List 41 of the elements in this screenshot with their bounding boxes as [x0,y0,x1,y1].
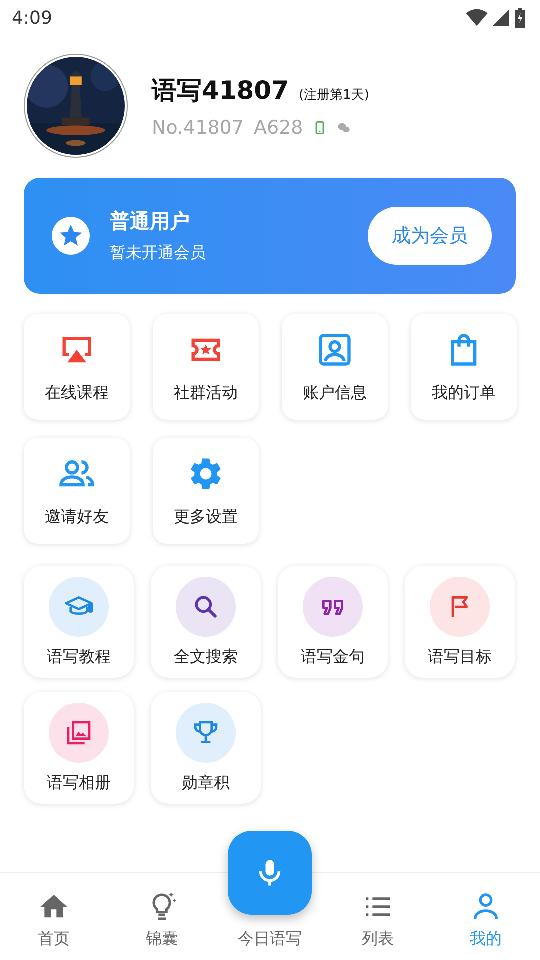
shortcut-label: 在线课程 [45,382,109,404]
registration-days: (注册第1天) [298,86,370,104]
shortcut-label: 邀请好友 [45,506,109,528]
battery-icon [514,8,526,28]
tool-tile[interactable]: 语写目标 [405,566,515,678]
become-member-button[interactable]: 成为会员 [368,207,492,265]
user-code: A628 [254,116,304,138]
signal-icon [492,9,510,27]
tool-label: 全文搜索 [174,646,238,668]
tool-tile[interactable]: 语写金句 [278,566,388,678]
user-number: No.41807 [152,116,244,138]
shortcut-tile[interactable]: 我的订单 [411,314,517,420]
shortcut-tile[interactable]: 更多设置 [153,438,259,544]
nav-tab[interactable]: 列表 [324,891,432,950]
shortcut-label: 我的订单 [432,382,496,404]
tool-tile[interactable]: 语写教程 [24,566,134,678]
membership-status: 暂未开通会员 [110,243,207,264]
tool-label: 语写金句 [301,646,365,668]
star-badge-icon [52,217,90,255]
wifi-icon [466,9,488,27]
tool-label: 语写教程 [47,646,111,668]
nav-tab[interactable]: 锦囊 [108,891,216,950]
tool-tile[interactable]: 语写相册 [24,692,134,804]
user-name: 语写41807 [152,74,289,106]
shortcut-label: 账户信息 [303,382,367,404]
tool-tile[interactable]: 全文搜索 [151,566,261,678]
nav-tab[interactable]: 今日语写 [216,929,324,950]
voice-button[interactable] [228,831,312,915]
clock-time: 4:09 [12,8,52,28]
tool-label: 勋章积 [182,772,230,794]
membership-level: 普通用户 [110,208,191,235]
shortcut-tile[interactable]: 社群活动 [153,314,259,420]
shortcut-label: 社群活动 [174,382,238,404]
shortcut-tile[interactable]: 账户信息 [282,314,388,420]
shortcut-tile[interactable]: 在线课程 [24,314,130,420]
nav-tab[interactable]: 首页 [0,891,108,950]
tool-label: 语写目标 [428,646,492,668]
shortcut-label: 更多设置 [174,506,238,528]
tool-tile[interactable]: 勋章积 [151,692,261,804]
shortcut-tile[interactable]: 邀请好友 [24,438,130,544]
tool-label: 语写相册 [47,772,111,794]
